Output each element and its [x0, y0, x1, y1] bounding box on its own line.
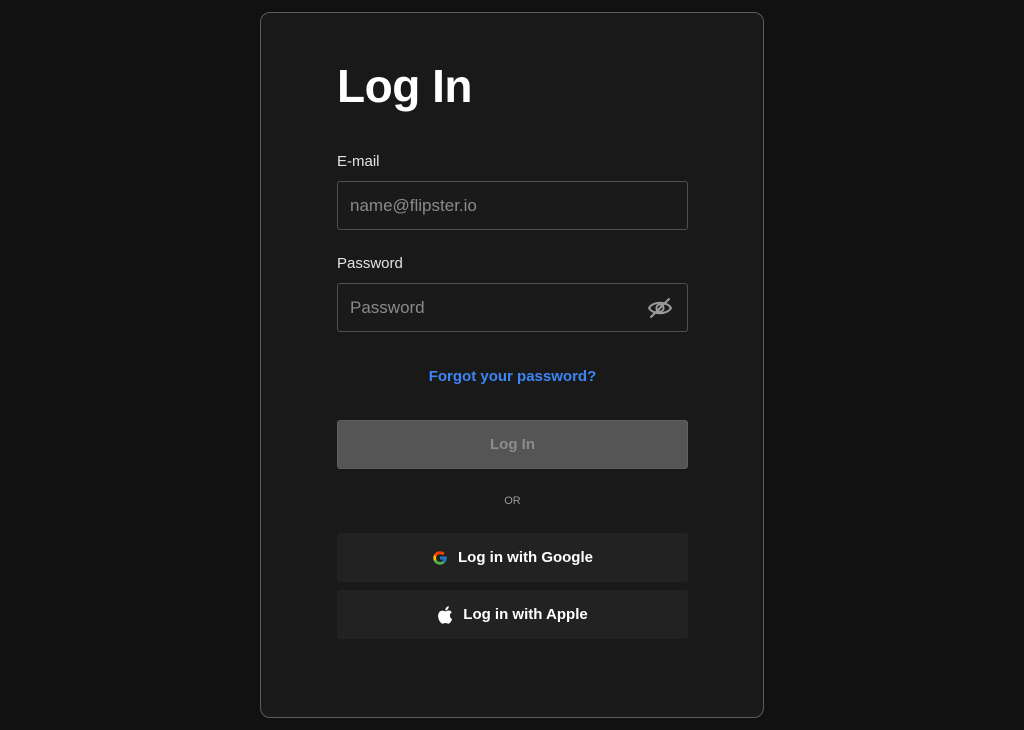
- email-field[interactable]: [338, 182, 687, 229]
- forgot-password-link[interactable]: Forgot your password?: [337, 368, 688, 385]
- eye-off-icon[interactable]: [647, 296, 673, 320]
- login-card: Log In E-mail Password Forgot your passw…: [260, 12, 764, 718]
- google-login-button[interactable]: Log in with Google: [337, 533, 688, 582]
- google-icon: [432, 550, 448, 566]
- password-field-container: [337, 283, 688, 332]
- apple-login-button[interactable]: Log in with Apple: [337, 590, 688, 639]
- apple-login-label: Log in with Apple: [463, 606, 588, 623]
- apple-icon: [437, 605, 453, 624]
- email-field-container: [337, 181, 688, 230]
- email-label: E-mail: [337, 153, 380, 170]
- google-login-label: Log in with Google: [458, 549, 593, 566]
- or-divider: OR: [504, 495, 521, 507]
- password-field[interactable]: [338, 284, 687, 331]
- password-label: Password: [337, 255, 403, 272]
- login-button[interactable]: Log In: [337, 420, 688, 469]
- page-title: Log In: [337, 60, 472, 112]
